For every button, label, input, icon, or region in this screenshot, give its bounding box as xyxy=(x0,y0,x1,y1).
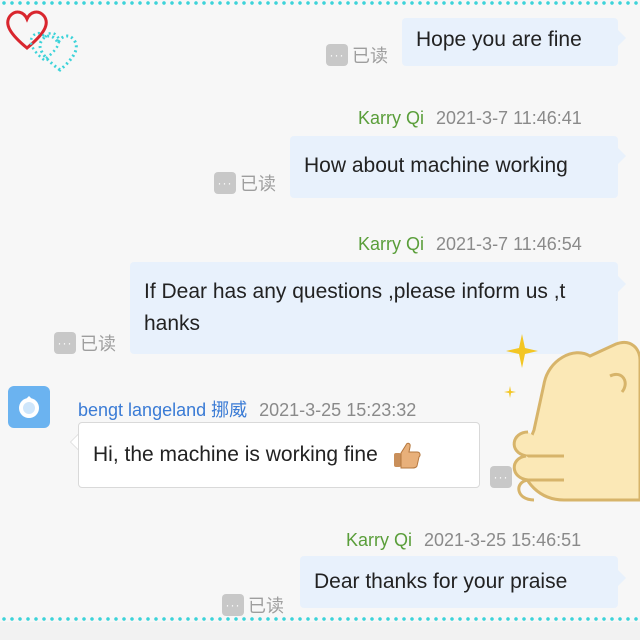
read-status: ··· 已读 xyxy=(222,592,284,618)
sender-name[interactable]: Karry Qi xyxy=(358,234,424,254)
more-options-icon[interactable]: ··· xyxy=(222,594,244,616)
timestamp: 2021-3-7 11:46:54 xyxy=(436,234,582,254)
message-text-line: If Dear has any questions ,please inform… xyxy=(144,280,566,303)
timestamp: 2021-3-25 15:23:32 xyxy=(259,400,417,420)
decorative-dotted-border-bottom xyxy=(0,616,640,622)
message-meta: Karry Qi 2021-3-7 11:46:41 xyxy=(358,108,582,129)
sender-name[interactable]: Karry Qi xyxy=(358,108,424,128)
message-bubble-outgoing[interactable]: How about machine working xyxy=(290,136,618,198)
message-bubble-outgoing[interactable]: Hope you are fine xyxy=(402,18,618,66)
read-status: ··· 已读 xyxy=(326,42,388,68)
more-options-icon[interactable]: ··· xyxy=(326,44,348,66)
message-text: Dear thanks for your praise xyxy=(314,570,568,593)
message-bubble-incoming[interactable]: Hi, the machine is working fine xyxy=(78,422,480,488)
timestamp: 2021-3-25 15:46:51 xyxy=(424,530,582,550)
bottom-strip xyxy=(0,622,640,640)
read-status: ··· 已读 xyxy=(214,170,276,196)
read-status: ··· 已读 xyxy=(54,330,116,356)
message-text: How about machine working xyxy=(304,154,568,177)
timestamp: 2021-3-7 11:46:41 xyxy=(436,108,582,128)
message-bubble-outgoing[interactable]: Dear thanks for your praise xyxy=(300,556,618,608)
more-options-icon[interactable]: ··· xyxy=(54,332,76,354)
more-options-icon[interactable]: ··· xyxy=(214,172,236,194)
message-meta: Karry Qi 2021-3-7 11:46:54 xyxy=(358,234,582,255)
avatar-icon[interactable] xyxy=(8,386,50,428)
message-meta: bengt langeland 挪威 2021-3-25 15:23:32 xyxy=(78,396,416,422)
thumbs-up-sticker-icon xyxy=(504,334,640,502)
sender-name[interactable]: Karry Qi xyxy=(346,530,412,550)
hearts-decoration-icon xyxy=(6,10,78,72)
message-text: Hi, the machine is working fine xyxy=(93,443,378,466)
message-meta: Karry Qi 2021-3-25 15:46:51 xyxy=(346,530,581,551)
thumbs-up-icon xyxy=(393,443,421,469)
sender-name[interactable]: bengt langeland 挪威 xyxy=(78,400,247,420)
message-text: Hope you are fine xyxy=(416,28,582,51)
